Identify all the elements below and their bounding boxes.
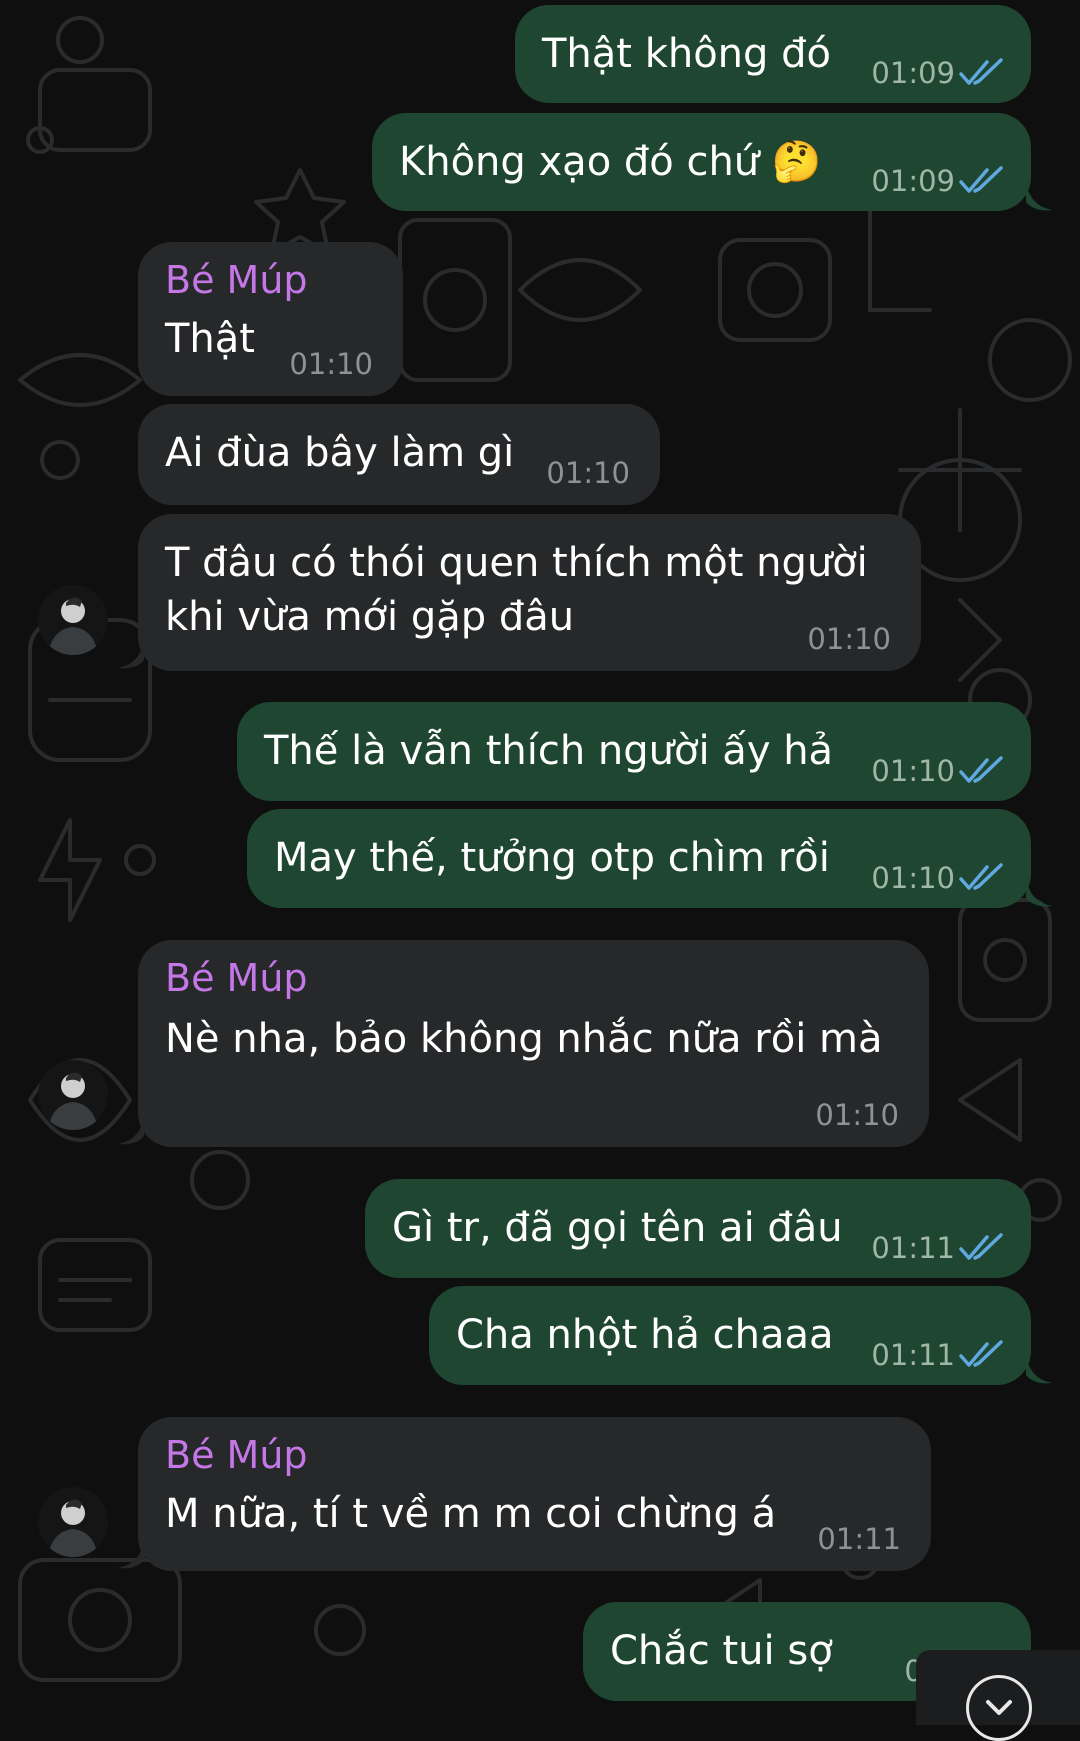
outgoing-message[interactable]: Cha nhột hả chaaa 01:11 [429,1286,1031,1385]
bubble-tail [118,1540,144,1569]
incoming-message[interactable]: Bé Múp M nữa, tí t về m m coi chừng á 01… [138,1417,931,1571]
message-time: 01:11 [871,1338,955,1372]
sender-name: Bé Múp [165,1433,308,1477]
double-check-icon [959,863,1003,890]
incoming-message[interactable]: Bé Múp Thật 01:10 [138,242,403,396]
message-time: 01:10 [546,456,630,490]
outgoing-message[interactable]: May thế, tưởng otp chìm rồi 01:10 [247,809,1031,908]
message-text: Thật [165,316,255,362]
avatar[interactable] [38,585,108,655]
message-text: T đâu có thói quen thích một người khi v… [165,540,868,640]
outgoing-message[interactable]: Thế là vẫn thích người ấy hả 01:10 [237,702,1031,801]
avatar-icon [48,1072,98,1130]
message-text: Ai đùa bây làm gì [165,430,515,476]
chevron-down-icon [986,1700,1012,1715]
message-text: May thế, tưởng otp chìm rồi [274,835,830,881]
incoming-message[interactable]: Ai đùa bây làm gì 01:10 [138,404,660,505]
message-time: 01:10 [871,754,955,788]
message-text: Thế là vẫn thích người ấy hả [264,728,834,774]
message-time: 01:09 [871,164,955,198]
double-check-icon [959,58,1003,85]
bubble-tail [1026,878,1052,907]
message-text: Nè nha, bảo không nhắc nữa rồi mà [165,1016,883,1062]
avatar[interactable] [38,1487,108,1557]
chat-message-list[interactable]: Thật không đó 01:09 Không xạo đó chứ 🤔 0… [0,0,1080,1725]
outgoing-message[interactable]: Thật không đó 01:09 [515,5,1031,103]
message-time: 01:10 [871,861,955,895]
double-check-icon [959,1233,1003,1260]
incoming-message[interactable]: Bé Múp Nè nha, bảo không nhắc nữa rồi mà… [138,940,929,1147]
double-check-icon [959,166,1003,193]
message-text: Gì tr, đã gọi tên ai đâu [392,1205,843,1251]
message-time: 01:11 [871,1231,955,1265]
bubble-tail [118,640,144,669]
message-text: Thật không đó [542,31,832,77]
outgoing-message[interactable]: Gì tr, đã gọi tên ai đâu 01:11 [365,1179,1031,1278]
message-time: 01:11 [817,1522,901,1556]
avatar-icon [48,1499,98,1557]
sender-name: Bé Múp [165,956,308,1000]
sender-name: Bé Múp [165,258,308,302]
message-text: Không xạo đó chứ 🤔 [399,139,822,185]
bubble-tail [118,1116,144,1145]
message-time: 01:09 [871,56,955,90]
message-time: 01:10 [289,347,373,381]
message-time: 01:10 [815,1098,899,1132]
message-text: Chắc tui sợ [610,1628,833,1674]
incoming-message[interactable]: T đâu có thói quen thích một người khi v… [138,514,921,671]
avatar-icon [48,597,98,655]
message-time: 01:10 [807,622,891,656]
scroll-down-button[interactable] [966,1675,1032,1741]
outgoing-message[interactable]: Không xạo đó chứ 🤔 01:09 [372,113,1031,211]
message-text: Cha nhột hả chaaa [456,1312,834,1358]
double-check-icon [959,1340,1003,1367]
avatar[interactable] [38,1060,108,1130]
message-text: M nữa, tí t về m m coi chừng á [165,1491,777,1537]
bubble-tail [1026,182,1052,211]
double-check-icon [959,756,1003,783]
bubble-tail [1026,1355,1052,1384]
